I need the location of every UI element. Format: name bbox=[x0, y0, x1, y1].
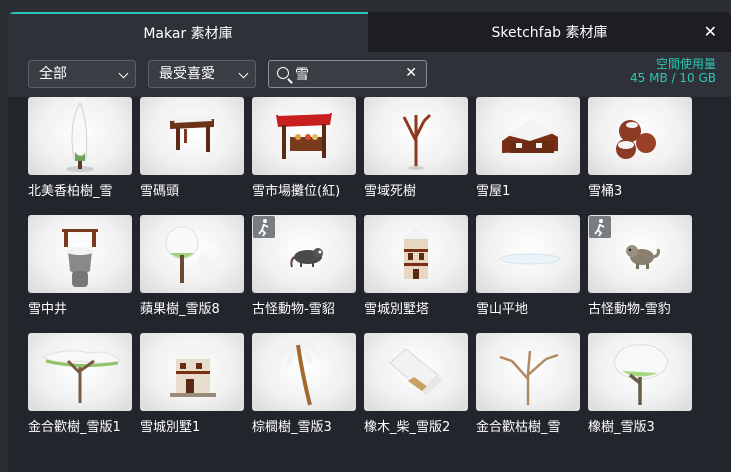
asset-label: 雪域死樹 bbox=[364, 184, 417, 199]
asset-card[interactable]: 棕櫚樹_雪版3 bbox=[252, 333, 356, 435]
asset-label: 雪桶3 bbox=[588, 184, 623, 199]
asset-card[interactable]: 橡樹_雪版3 bbox=[588, 333, 692, 435]
snowy-villa-tower-icon bbox=[402, 227, 430, 279]
asset-thumbnail bbox=[252, 333, 356, 411]
snowy-dead-tree-icon bbox=[402, 113, 432, 170]
storage-usage: 空間使用量 45 MB / 10 GB bbox=[630, 57, 716, 85]
asset-label: 雪山平地 bbox=[476, 302, 529, 317]
search-icon bbox=[277, 67, 289, 79]
asset-label: 橡木_柴_雪版2 bbox=[364, 420, 451, 435]
asset-card[interactable]: 雪市場攤位(紅) bbox=[252, 97, 356, 199]
asset-thumbnail bbox=[28, 97, 132, 175]
asset-thumbnail bbox=[588, 333, 692, 411]
asset-thumbnail bbox=[252, 215, 356, 293]
snowy-well-icon bbox=[62, 229, 98, 287]
asset-card[interactable]: 雪碼頭 bbox=[140, 97, 244, 199]
tab-makar-library[interactable]: Makar 素材庫 bbox=[8, 12, 368, 52]
asset-card[interactable]: 雪山平地 bbox=[476, 215, 580, 317]
asset-thumbnail bbox=[364, 97, 468, 175]
asset-thumbnail bbox=[364, 215, 468, 293]
animated-badge-icon bbox=[253, 216, 275, 238]
asset-card[interactable]: 雪城別墅塔 bbox=[364, 215, 468, 317]
snowy-cedar-tree-icon bbox=[66, 101, 94, 172]
snowy-palm-tree-icon bbox=[275, 342, 321, 406]
asset-card[interactable]: 古怪動物-雪豹 bbox=[588, 215, 692, 317]
animated-badge-icon bbox=[589, 216, 611, 238]
asset-card[interactable]: 北美香柏樹_雪 bbox=[28, 97, 132, 199]
asset-card[interactable]: 金合歡樹_雪版1 bbox=[28, 333, 132, 435]
asset-label: 雪中井 bbox=[28, 302, 68, 317]
close-icon[interactable]: ✕ bbox=[704, 22, 717, 41]
asset-label: 雪屋1 bbox=[476, 184, 511, 199]
asset-card[interactable]: 橡木_柴_雪版2 bbox=[364, 333, 468, 435]
asset-label: 棕櫚樹_雪版3 bbox=[252, 420, 332, 435]
clear-search-icon[interactable]: ✕ bbox=[405, 65, 417, 81]
asset-thumbnail bbox=[28, 333, 132, 411]
snowy-house-ruin-icon bbox=[502, 119, 558, 153]
library-tabs: Makar 素材庫 Sketchfab 素材庫 ✕ bbox=[8, 12, 731, 52]
chevron-down-icon bbox=[118, 68, 129, 79]
asset-label: 古怪動物-雪豹 bbox=[588, 302, 671, 317]
asset-thumbnail bbox=[140, 215, 244, 293]
asset-thumbnail bbox=[588, 215, 692, 293]
storage-value: 45 MB / 10 GB bbox=[630, 71, 716, 85]
category-dropdown[interactable]: 全部 bbox=[28, 60, 136, 88]
filter-toolbar: 全部 最受喜愛 ✕ 空間使用量 45 MB / 10 GB bbox=[8, 52, 731, 97]
asset-label: 金合歡枯樹_雪 bbox=[476, 420, 561, 435]
tab-sketchfab-library[interactable]: Sketchfab 素材庫 bbox=[368, 12, 731, 52]
sort-dropdown[interactable]: 最受喜愛 bbox=[148, 60, 256, 88]
asset-card[interactable]: 古怪動物-雪貂 bbox=[252, 215, 356, 317]
snowy-oak-tree-icon bbox=[613, 344, 669, 405]
search-box: ✕ bbox=[268, 60, 427, 88]
asset-label: 雪城別墅塔 bbox=[364, 302, 430, 317]
asset-thumbnail bbox=[140, 333, 244, 411]
snowy-apple-tree-icon bbox=[165, 226, 226, 283]
asset-label: 雪市場攤位(紅) bbox=[252, 184, 341, 199]
asset-card[interactable]: 雪中井 bbox=[28, 215, 132, 317]
asset-card[interactable]: 蘋果樹_雪版8 bbox=[140, 215, 244, 317]
asset-card[interactable]: 雪屋1 bbox=[476, 97, 580, 199]
asset-label: 雪碼頭 bbox=[140, 184, 180, 199]
snowy-oak-log-icon bbox=[389, 348, 442, 395]
asset-label: 雪城別墅1 bbox=[140, 420, 201, 435]
sort-dropdown-value: 最受喜愛 bbox=[159, 66, 215, 82]
asset-thumbnail bbox=[140, 97, 244, 175]
asset-grid: 北美香柏樹_雪 雪碼頭 雪市場攤位(紅) 雪域死樹 雪屋1 雪桶3 雪中井 蘋果… bbox=[28, 97, 692, 435]
asset-thumbnail bbox=[476, 215, 580, 293]
asset-label: 古怪動物-雪貂 bbox=[252, 302, 335, 317]
snowy-dead-acacia-icon bbox=[499, 350, 559, 405]
asset-card[interactable]: 金合歡枯樹_雪 bbox=[476, 333, 580, 435]
asset-label: 金合歡樹_雪版1 bbox=[28, 420, 121, 435]
chevron-down-icon bbox=[238, 68, 249, 79]
asset-thumbnail bbox=[252, 97, 356, 175]
asset-label: 北美香柏樹_雪 bbox=[28, 184, 113, 199]
storage-title: 空間使用量 bbox=[655, 57, 716, 71]
asset-card[interactable]: 雪桶3 bbox=[588, 97, 692, 199]
asset-card[interactable]: 雪城別墅1 bbox=[140, 333, 244, 435]
asset-label: 蘋果樹_雪版8 bbox=[140, 302, 220, 317]
asset-thumbnail bbox=[476, 97, 580, 175]
search-input[interactable] bbox=[295, 64, 395, 84]
asset-card[interactable]: 雪域死樹 bbox=[364, 97, 468, 199]
snow-flatland-icon bbox=[499, 253, 561, 265]
snowy-dock-icon bbox=[170, 116, 214, 152]
snowy-market-stall-red-icon bbox=[276, 109, 332, 159]
snowy-villa-icon bbox=[170, 343, 216, 397]
category-dropdown-value: 全部 bbox=[39, 66, 67, 82]
asset-thumbnail bbox=[476, 333, 580, 411]
asset-thumbnail bbox=[588, 97, 692, 175]
asset-label: 橡樹_雪版3 bbox=[588, 420, 655, 435]
snowy-barrels-icon bbox=[616, 120, 656, 159]
snowy-acacia-tree-icon bbox=[40, 350, 122, 403]
asset-thumbnail bbox=[28, 215, 132, 293]
asset-thumbnail bbox=[364, 333, 468, 411]
